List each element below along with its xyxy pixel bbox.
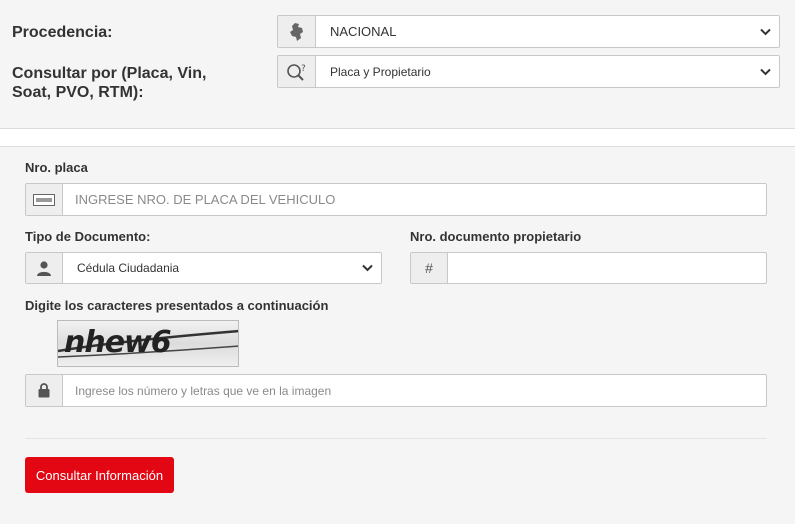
documento-input[interactable]: # xyxy=(410,252,767,284)
procedencia-select[interactable]: NACIONAL xyxy=(277,15,780,48)
chevron-down-icon xyxy=(751,68,779,76)
consultar-por-value: Placa y Propietario xyxy=(330,64,431,79)
hash-icon: # xyxy=(411,253,448,283)
captcha-placeholder: Ingrese los número y letras que ve en la… xyxy=(75,383,332,398)
tipo-documento-select[interactable]: Cédula Ciudadania xyxy=(25,252,382,284)
license-plate-icon xyxy=(26,184,63,215)
consultar-por-select[interactable]: ? Placa y Propietario xyxy=(277,55,780,88)
procedencia-value: NACIONAL xyxy=(330,24,397,39)
placa-label: Nro. placa xyxy=(25,160,88,175)
documento-label: Nro. documento propietario xyxy=(410,229,582,244)
lock-icon xyxy=(26,375,63,406)
captcha-input[interactable]: Ingrese los número y letras que ve en la… xyxy=(25,374,767,407)
consultar-button[interactable]: Consultar Información xyxy=(25,457,174,493)
form-divider xyxy=(25,438,767,439)
procedencia-label: Procedencia: xyxy=(12,24,113,41)
tipo-documento-label: Tipo de Documento: xyxy=(25,229,151,244)
captcha-text: nhew6 xyxy=(64,325,172,360)
placa-input[interactable]: INGRESE NRO. DE PLACA DEL VEHICULO xyxy=(25,183,767,216)
captcha-label: Digite los caracteres presentados a cont… xyxy=(25,298,329,313)
chevron-down-icon xyxy=(353,264,381,272)
consultar-por-label: Consultar por (Placa, Vin, Soat, PVO, RT… xyxy=(12,65,207,101)
consulta-type-panel: Procedencia: NACIONAL Consultar por (Pla… xyxy=(0,0,795,129)
tipo-documento-value: Cédula Ciudadania xyxy=(77,261,180,275)
colombia-map-icon xyxy=(278,16,316,47)
placa-placeholder: INGRESE NRO. DE PLACA DEL VEHICULO xyxy=(75,192,336,207)
search-question-icon: ? xyxy=(278,56,316,87)
svg-text:?: ? xyxy=(301,64,306,74)
captcha-image: nhew6 xyxy=(57,320,239,367)
user-icon xyxy=(26,253,63,283)
chevron-down-icon xyxy=(751,28,779,36)
